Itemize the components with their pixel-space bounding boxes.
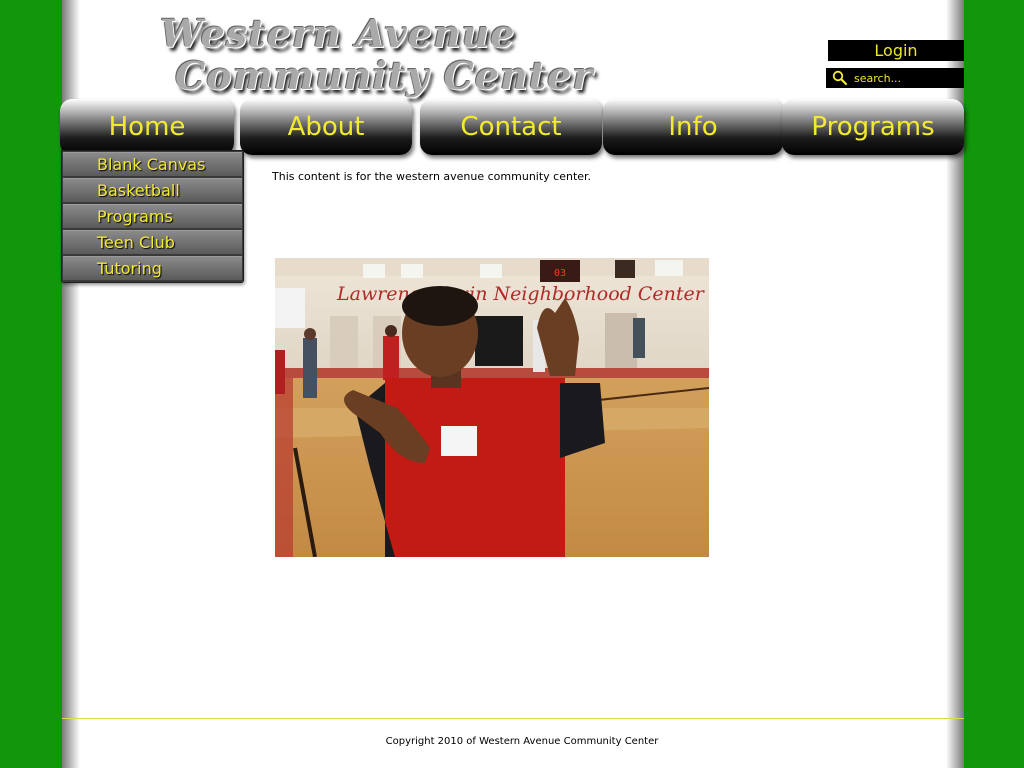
- sidebar-item-blank-canvas[interactable]: Blank Canvas: [63, 152, 242, 176]
- tab-about[interactable]: About: [240, 99, 412, 155]
- search-input[interactable]: [854, 69, 964, 87]
- footer-copyright: Copyright 2010 of Western Avenue Communi…: [385, 736, 659, 747]
- tab-contact[interactable]: Contact: [420, 99, 602, 155]
- content-text: This content is for the western avenue c…: [272, 170, 592, 183]
- photo-banner-text: Lawrence Gwin Neighborhood Center: [336, 283, 706, 305]
- boy-in-gym-photo: 03 Lawrence Gwin Neighborhood Center: [275, 258, 709, 557]
- search-box: [826, 68, 964, 88]
- photo-scoreboard-text: 03: [554, 268, 566, 279]
- tab-info[interactable]: Info: [603, 99, 783, 155]
- sidebar-item-tutoring[interactable]: Tutoring: [63, 256, 242, 280]
- sidebar-item-programs[interactable]: Programs: [63, 204, 242, 228]
- logo-line-2: Community Center: [175, 53, 594, 98]
- footer-divider: [62, 718, 964, 719]
- login-button[interactable]: Login: [828, 40, 964, 61]
- logo-line-1: Western Avenue: [160, 11, 516, 56]
- tab-home[interactable]: Home: [60, 99, 234, 155]
- sidebar-item-basketball[interactable]: Basketball: [63, 178, 242, 202]
- tab-programs[interactable]: Programs: [782, 99, 964, 155]
- sidebar-item-teen-club[interactable]: Teen Club: [63, 230, 242, 254]
- search-icon[interactable]: [826, 68, 854, 88]
- sidebar-menu: Blank Canvas Basketball Programs Teen Cl…: [61, 150, 244, 283]
